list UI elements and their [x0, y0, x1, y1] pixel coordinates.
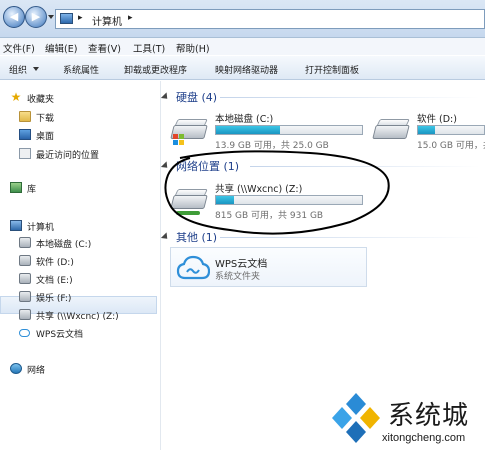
nav-label: 最近访问的位置 — [36, 151, 100, 161]
breadcrumb-separator[interactable]: ▸ — [78, 13, 83, 23]
computer-icon — [60, 13, 73, 24]
collapse-triangle-icon[interactable] — [160, 92, 171, 102]
section-hard-disks[interactable]: 硬盘 (4) — [160, 89, 463, 104]
menu-help[interactable]: 帮助(H) — [176, 41, 210, 55]
back-button[interactable]: ◀ — [3, 6, 25, 28]
drive-usage-fill — [418, 126, 435, 134]
section-title: 硬盘 (4) — [176, 91, 218, 104]
site-watermark: 系统城 xitongcheng.com — [320, 385, 485, 450]
nav-label: WPS云文档 — [36, 330, 84, 340]
drive-icon — [19, 255, 31, 266]
navigation-pane: ★ 收藏夹 下载 桌面 最近访问的位置 库 计算机 本地磁盘 (C:) 软件 (… — [0, 81, 160, 450]
drive-icon — [19, 291, 31, 302]
drive-tile-d[interactable]: 软件 (D:) 15.0 GB 可用，共 — [372, 111, 485, 151]
section-title: 网络位置 (1) — [176, 160, 240, 173]
watermark-logo-icon — [332, 393, 380, 443]
system-properties-button[interactable]: 系统属性 — [63, 63, 99, 76]
network-cable-icon — [176, 211, 200, 215]
hard-drive-icon — [170, 117, 208, 146]
section-divider — [220, 97, 480, 98]
windows-logo-icon — [173, 134, 185, 146]
nav-label: 桌面 — [36, 132, 55, 142]
network-icon — [10, 363, 22, 374]
recent-places-icon — [19, 148, 31, 159]
section-other[interactable]: 其他 (1) — [160, 229, 463, 244]
pane-splitter[interactable] — [160, 81, 161, 450]
watermark-title: 系统城 — [388, 401, 470, 431]
chevron-down-icon — [33, 67, 39, 71]
watermark-url: xitongcheng.com — [382, 432, 466, 444]
drive-usage-bar — [417, 125, 485, 135]
menu-view[interactable]: 查看(V) — [88, 41, 121, 55]
drive-usage-fill — [216, 196, 234, 204]
collapse-triangle-icon[interactable] — [160, 161, 171, 171]
section-title: 其他 (1) — [176, 231, 218, 244]
nav-label: 计算机 — [27, 223, 55, 233]
computer-icon — [10, 220, 22, 231]
nav-label: 库 — [27, 185, 37, 195]
recent-pages-dropdown[interactable] — [48, 15, 54, 19]
nav-label: 收藏夹 — [27, 95, 55, 105]
nav-label: 共享 (\\Wxcnc) (Z:) — [36, 312, 119, 322]
drive-icon — [19, 237, 31, 248]
nav-label: 网络 — [27, 366, 46, 376]
drive-space-info: 15.0 GB 可用，共 — [417, 141, 485, 151]
drive-space-info: 13.9 GB 可用，共 25.0 GB — [215, 141, 329, 151]
breadcrumb-computer[interactable]: 计算机 — [92, 13, 122, 28]
map-network-drive-button[interactable]: 映射网络驱动器 — [215, 63, 278, 76]
section-network-locations[interactable]: 网络位置 (1) — [160, 158, 463, 173]
breadcrumb-separator[interactable]: ▸ — [128, 13, 133, 23]
uninstall-program-button[interactable]: 卸载或更改程序 — [124, 63, 187, 76]
section-divider — [250, 166, 480, 167]
nav-label: 软件 (D:) — [36, 258, 74, 268]
library-icon — [10, 182, 22, 193]
nav-label: 娱乐 (F:) — [36, 294, 72, 304]
drive-space-info: 815 GB 可用，共 931 GB — [215, 211, 324, 221]
cloud-icon — [176, 255, 210, 280]
tile-title: WPS云文档 — [215, 259, 268, 270]
cloud-icon — [19, 329, 30, 337]
drive-usage-bar — [215, 125, 363, 135]
drive-tile-z[interactable]: 共享 (\\Wxcnc) (Z:) 815 GB 可用，共 931 GB — [170, 181, 370, 221]
drive-name: 本地磁盘 (C:) — [215, 114, 274, 125]
desktop-icon — [19, 129, 31, 140]
title-bar: ◀ ▶ ▸ 计算机 ▸ — [0, 0, 485, 38]
star-icon: ★ — [10, 90, 22, 104]
address-bar[interactable]: ▸ 计算机 ▸ — [55, 9, 485, 29]
drive-tile-c[interactable]: 本地磁盘 (C:) 13.9 GB 可用，共 25.0 GB — [170, 111, 370, 151]
wps-cloud-tile[interactable]: WPS云文档 系统文件夹 — [170, 247, 367, 287]
hard-drive-icon — [372, 117, 410, 143]
menu-edit[interactable]: 编辑(E) — [45, 41, 77, 55]
nav-label: 下载 — [36, 114, 55, 124]
menu-tools[interactable]: 工具(T) — [133, 41, 165, 55]
nav-label: 文档 (E:) — [36, 276, 73, 286]
downloads-folder-icon — [19, 111, 31, 122]
organize-button[interactable]: 组织 — [9, 63, 27, 76]
menu-bar: 文件(F) 编辑(E) 查看(V) 工具(T) 帮助(H) — [0, 38, 485, 55]
drive-usage-fill — [216, 126, 281, 134]
collapse-triangle-icon[interactable] — [160, 232, 171, 242]
nav-label: 本地磁盘 (C:) — [36, 240, 92, 250]
section-divider — [220, 237, 480, 238]
drive-name: 软件 (D:) — [417, 114, 457, 125]
tile-subtitle: 系统文件夹 — [215, 272, 261, 282]
menu-file[interactable]: 文件(F) — [3, 41, 35, 55]
drive-icon — [19, 273, 31, 284]
drive-name: 共享 (\\Wxcnc) (Z:) — [215, 184, 303, 195]
command-bar: 组织 系统属性 卸载或更改程序 映射网络驱动器 打开控制面板 — [0, 55, 485, 80]
drive-usage-bar — [215, 195, 363, 205]
open-control-panel-button[interactable]: 打开控制面板 — [305, 63, 359, 76]
network-drive-icon — [170, 187, 208, 215]
network-drive-icon — [19, 309, 31, 320]
forward-button[interactable]: ▶ — [25, 6, 47, 28]
